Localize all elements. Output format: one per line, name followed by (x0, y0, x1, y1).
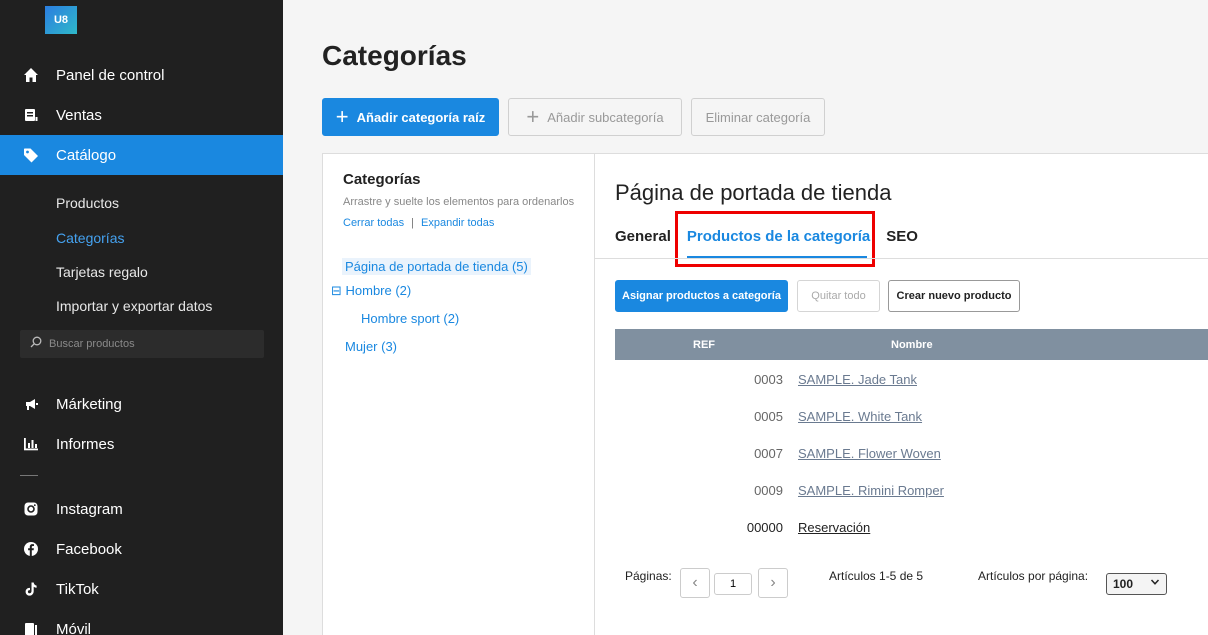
product-search (20, 330, 264, 358)
sidebar-divider (20, 475, 38, 476)
row-name-link[interactable]: SAMPLE. Flower Woven (798, 446, 941, 461)
sidebar-subitem-categorias[interactable]: Categorías (56, 230, 124, 246)
row-name-link[interactable]: SAMPLE. Rimini Romper (798, 483, 944, 498)
tiktok-icon (21, 581, 41, 597)
sidebar-item-label: TikTok (56, 580, 99, 598)
sidebar-item-movil[interactable]: Móvil (0, 609, 283, 635)
row-ref: 0005 (754, 409, 783, 424)
sidebar-item-informes[interactable]: Informes (0, 424, 283, 464)
tree-links: Cerrar todas | Expandir todas (343, 217, 494, 229)
table-row: 0005 SAMPLE. White Tank (615, 402, 1208, 432)
sidebar-subitem-productos[interactable]: Productos (56, 195, 119, 211)
instagram-icon (21, 501, 41, 517)
sidebar-item-label: Catálogo (56, 146, 117, 164)
pages-label: Páginas: (625, 569, 672, 583)
row-ref: 0003 (754, 372, 783, 387)
sidebar-item-ventas[interactable]: Ventas (0, 95, 283, 135)
mobile-icon (21, 621, 41, 635)
search-icon (30, 335, 42, 353)
plus-icon: + (526, 104, 540, 129)
sidebar-item-label: Móvil (56, 620, 92, 635)
delete-category-button[interactable]: Eliminar categoría (691, 98, 825, 136)
row-ref: 0009 (754, 483, 783, 498)
prev-page-button[interactable]: ‹ (680, 568, 710, 598)
sidebar-item-label: Facebook (56, 540, 122, 558)
tabs-divider (595, 258, 1208, 259)
page-number-input[interactable] (714, 573, 752, 595)
table-header: REF Nombre (615, 329, 1208, 360)
sidebar-subitem-importar-exportar[interactable]: Importar y exportar datos (56, 298, 212, 314)
chevron-right-icon: › (770, 574, 776, 591)
home-icon (21, 67, 41, 83)
search-input[interactable] (49, 338, 249, 350)
per-page-select[interactable]: 100 (1106, 573, 1167, 595)
add-root-category-button[interactable]: + Añadir categoría raíz (322, 98, 499, 136)
add-subcategory-button[interactable]: + Añadir subcategoría (508, 98, 682, 136)
row-name-link[interactable]: SAMPLE. White Tank (798, 409, 922, 424)
tab-general[interactable]: General (615, 228, 671, 245)
sidebar-item-label: Ventas (56, 106, 102, 124)
sales-icon (21, 107, 41, 123)
tree-node-mujer[interactable]: Mujer (3) (345, 339, 397, 354)
categories-panel: Categorías Arrastre y suelte los element… (322, 153, 1208, 635)
row-name-link[interactable]: SAMPLE. Jade Tank (798, 372, 917, 387)
column-header-ref[interactable]: REF (693, 339, 715, 351)
detail-title: Página de portada de tienda (615, 180, 892, 205)
sidebar-item-marketing[interactable]: Márketing (0, 384, 283, 424)
chart-icon (21, 436, 41, 452)
items-range-info: Artículos 1-5 de 5 (829, 569, 924, 583)
logo-text: U8 (53, 14, 69, 26)
row-ref: 0007 (754, 446, 783, 461)
tree-node-portada[interactable]: Página de portada de tienda (5) (342, 258, 531, 275)
sidebar: U8 Panel de control Ventas Catálogo Prod… (0, 0, 283, 635)
collapse-all-link[interactable]: Cerrar todas (343, 217, 404, 229)
tree-hint: Arrastre y suelte los elementos para ord… (343, 196, 575, 208)
remove-all-button[interactable]: Quitar todo (797, 280, 880, 312)
megaphone-icon (21, 396, 41, 412)
add-subcategory-label: Añadir subcategoría (547, 109, 664, 125)
link-separator: | (411, 217, 414, 229)
sidebar-item-panel-de-control[interactable]: Panel de control (0, 55, 283, 95)
tree-title: Categorías (343, 171, 421, 188)
create-product-button[interactable]: Crear nuevo producto (888, 280, 1020, 312)
row-ref: 00000 (746, 520, 783, 535)
tree-node-hombre-sport[interactable]: Hombre sport (2) (361, 311, 459, 326)
row-name-link[interactable]: Reservación (798, 520, 870, 535)
sidebar-item-catalogo[interactable]: Catálogo (0, 135, 283, 175)
page-title: Categorías (322, 40, 467, 71)
app-logo[interactable]: U8 (45, 6, 77, 34)
chevron-down-icon (1150, 577, 1160, 590)
expand-all-link[interactable]: Expandir todas (421, 217, 494, 229)
tree-node-hombre[interactable]: ⊟ Hombre (2) (331, 283, 411, 299)
tab-seo[interactable]: SEO (886, 228, 918, 245)
sidebar-item-label: Informes (56, 435, 115, 453)
table-row: 0009 SAMPLE. Rimini Romper (615, 476, 1208, 506)
sidebar-item-instagram[interactable]: Instagram (0, 489, 283, 529)
category-tree: Categorías Arrastre y suelte los element… (323, 154, 595, 635)
assign-products-button[interactable]: Asignar productos a categoría (615, 280, 788, 312)
table-row: 00000 Reservación (615, 513, 1208, 543)
sidebar-item-label: Panel de control (56, 66, 165, 84)
sidebar-item-label: Márketing (56, 395, 122, 413)
delete-category-label: Eliminar categoría (705, 109, 811, 125)
facebook-icon (21, 541, 41, 557)
next-page-button[interactable]: › (758, 568, 788, 598)
per-page-value: 100 (1113, 577, 1134, 591)
sidebar-item-tiktok[interactable]: TikTok (0, 569, 283, 609)
tag-icon (21, 147, 41, 163)
add-root-category-label: Añadir categoría raíz (356, 109, 486, 125)
table-row: 0007 SAMPLE. Flower Woven (615, 439, 1208, 469)
sidebar-item-facebook[interactable]: Facebook (0, 529, 283, 569)
column-header-name[interactable]: Nombre (891, 339, 933, 351)
sidebar-subitem-tarjetas-regalo[interactable]: Tarjetas regalo (56, 264, 148, 280)
sidebar-item-label: Instagram (56, 500, 123, 518)
per-page-label: Artículos por página: (978, 569, 1089, 583)
table-row: 0003 SAMPLE. Jade Tank (615, 365, 1208, 395)
chevron-left-icon: ‹ (692, 574, 698, 591)
plus-icon: + (335, 104, 349, 129)
